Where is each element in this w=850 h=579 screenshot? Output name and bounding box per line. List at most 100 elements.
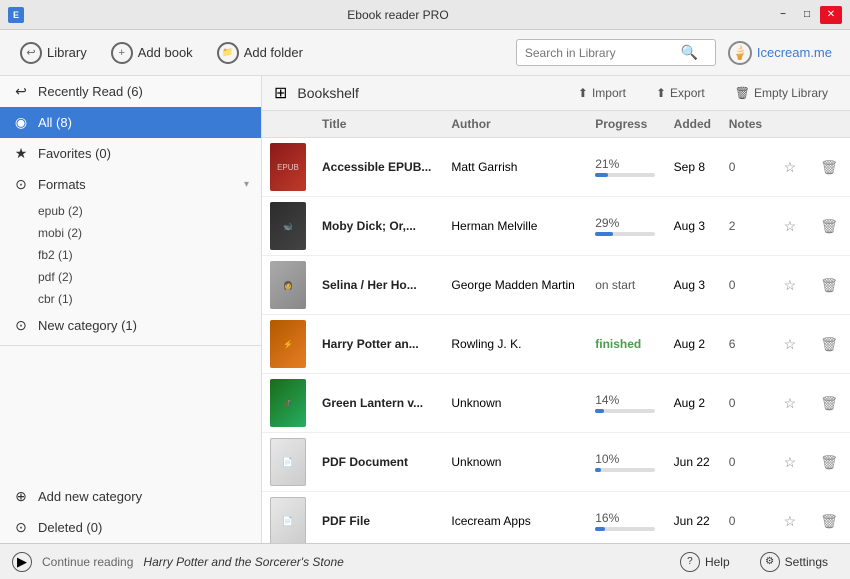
delete-button[interactable]: 🗑 [816,216,842,237]
minimize-button[interactable]: − [772,6,794,24]
sidebar-item-cbr[interactable]: cbr (1) [38,288,261,310]
formats-icon: ⊙ [12,176,30,193]
sidebar-item-formats[interactable]: ⊙ Formats ▾ [0,169,261,200]
delete-button[interactable]: 🗑 [816,393,842,414]
app-icon: E [8,7,24,23]
col-title: Title [314,111,443,138]
book-cover: ⚡ [270,320,306,368]
book-progress-cell: on start [587,256,665,315]
book-author: Icecream Apps [451,514,530,528]
book-cover: 📄 [270,497,306,543]
book-cover-cell: ⚡ [262,315,314,374]
book-added-cell: Sep 8 [666,138,721,197]
progress-text: finished [595,337,641,351]
book-cover: 📄 [270,438,306,486]
book-delete-cell: 🗑 [808,492,850,544]
book-added-cell: Jun 22 [666,492,721,544]
col-notes: Notes [721,111,772,138]
notes-count: 0 [729,455,736,469]
add-category-icon: ⊕ [12,488,30,505]
star-button[interactable]: ☆ [780,452,801,473]
empty-library-button[interactable]: 🗑 Empty Library [725,82,838,104]
settings-button[interactable]: ⚙ Settings [750,548,838,576]
delete-button[interactable]: 🗑 [816,511,842,532]
toolbar: ↩ Library + Add book 📁 Add folder 🔍 🍦 Ic… [0,30,850,76]
sidebar-item-fb2[interactable]: fb2 (1) [38,244,261,266]
book-author-cell: Herman Melville [443,197,587,256]
library-button[interactable]: ↩ Library [10,37,97,69]
help-icon: ? [680,552,700,572]
book-added: Aug 3 [674,278,705,292]
col-cover [262,111,314,138]
book-delete-cell: 🗑 [808,256,850,315]
star-button[interactable]: ☆ [780,275,801,296]
add-book-button[interactable]: + Add book [101,37,203,69]
book-star-cell: ☆ [772,315,809,374]
table-row[interactable]: 📄 PDF File Icecream Apps 16% Jun 22 0 ☆ … [262,492,850,544]
close-button[interactable]: ✕ [820,6,842,24]
export-icon: ⬆ [656,86,666,100]
table-header-row: Title Author Progress Added Notes [262,111,850,138]
help-button[interactable]: ? Help [670,548,740,576]
book-author: Herman Melville [451,219,537,233]
table-row[interactable]: EPUB Accessible EPUB... Matt Garrish 21%… [262,138,850,197]
table-row[interactable]: 🦸 Green Lantern v... Unknown 14% Aug 2 0… [262,374,850,433]
notes-count: 0 [729,160,736,174]
book-author: Matt Garrish [451,160,517,174]
table-row[interactable]: 👩 Selina / Her Ho... George Madden Marti… [262,256,850,315]
current-book-name: Harry Potter and the Sorcerer's Stone [143,555,343,569]
sidebar-item-recently-read[interactable]: ↩ Recently Read (6) [0,76,261,107]
icecream-button[interactable]: 🍦 Icecream.me [720,36,840,70]
star-button[interactable]: ☆ [780,216,801,237]
notes-count: 2 [729,219,736,233]
book-cover: 🐋 [270,202,306,250]
star-button[interactable]: ☆ [780,393,801,414]
table-row[interactable]: 🐋 Moby Dick; Or,... Herman Melville 29% … [262,197,850,256]
book-star-cell: ☆ [772,197,809,256]
table-row[interactable]: ⚡ Harry Potter an... Rowling J. K. finis… [262,315,850,374]
book-progress-cell: finished [587,315,665,374]
book-cover-cell: 🦸 [262,374,314,433]
import-button[interactable]: ⬆ Import [568,82,636,104]
progress-bar [595,527,605,531]
star-button[interactable]: ☆ [780,334,801,355]
book-progress-cell: 10% [587,433,665,492]
book-author: Unknown [451,455,501,469]
sidebar-item-epub[interactable]: epub (2) [38,200,261,222]
book-added: Jun 22 [674,514,710,528]
books-list: Title Author Progress Added Notes EPUB A… [262,111,850,543]
book-added: Sep 8 [674,160,705,174]
book-author-cell: Icecream Apps [443,492,587,544]
sidebar-item-new-category[interactable]: ⊙ New category (1) [0,310,261,341]
play-button[interactable]: ▶ [12,552,32,572]
sidebar-item-all[interactable]: ◉ All (8) [0,107,261,138]
book-star-cell: ☆ [772,374,809,433]
export-button[interactable]: ⬆ Export [646,82,715,104]
table-row[interactable]: 📄 PDF Document Unknown 10% Jun 22 0 ☆ 🗑 [262,433,850,492]
sidebar-item-pdf[interactable]: pdf (2) [38,266,261,288]
book-title: PDF Document [322,455,408,469]
settings-icon: ⚙ [760,552,780,572]
sidebar-item-favorites[interactable]: ★ Favorites (0) [0,138,261,169]
sidebar-item-deleted[interactable]: ⊙ Deleted (0) [0,512,261,543]
notes-count: 0 [729,396,736,410]
content-area: ⊞ Bookshelf ⬆ Import ⬆ Export 🗑 Empty Li… [262,76,850,543]
book-author: Rowling J. K. [451,337,521,351]
delete-button[interactable]: 🗑 [816,275,842,296]
star-button[interactable]: ☆ [780,157,801,178]
search-input[interactable] [525,46,675,60]
sidebar-item-mobi[interactable]: mobi (2) [38,222,261,244]
add-folder-button[interactable]: 📁 Add folder [207,37,313,69]
book-delete-cell: 🗑 [808,433,850,492]
star-button[interactable]: ☆ [780,511,801,532]
delete-button[interactable]: 🗑 [816,334,842,355]
maximize-button[interactable]: □ [796,6,818,24]
book-author-cell: Matt Garrish [443,138,587,197]
delete-button[interactable]: 🗑 [816,452,842,473]
progress-bar [595,468,601,472]
recently-read-icon: ↩ [12,83,30,100]
delete-button[interactable]: 🗑 [816,157,842,178]
book-author: Unknown [451,396,501,410]
progress-text: 16% [595,511,619,525]
sidebar-item-add-category[interactable]: ⊕ Add new category [0,481,261,512]
